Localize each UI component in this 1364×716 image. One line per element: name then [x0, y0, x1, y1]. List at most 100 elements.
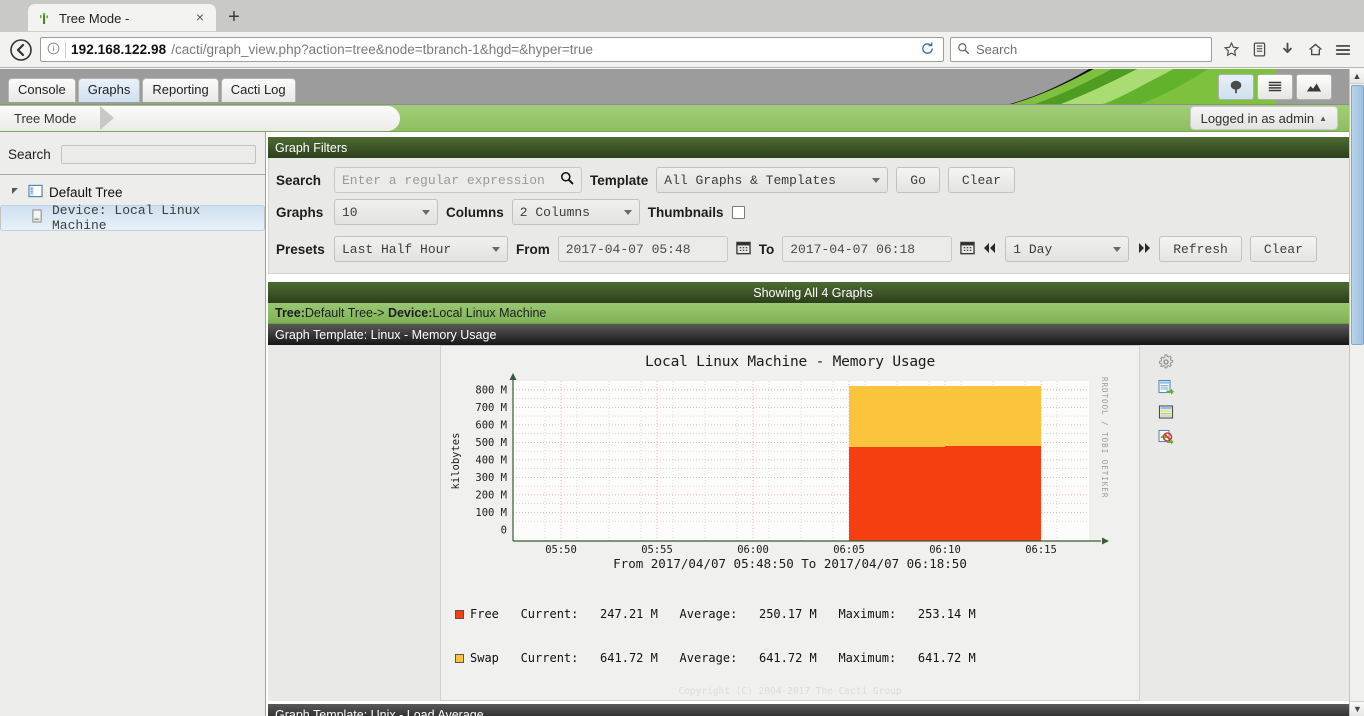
reload-icon[interactable] — [916, 41, 939, 59]
svg-text:05:50: 05:50 — [545, 544, 577, 553]
graph-card-memory[interactable]: Local Linux Machine - Memory Usage 800 M… — [440, 345, 1140, 701]
graph-filters-title: Graph Filters — [268, 137, 1358, 158]
svg-text:kilobytes: kilobytes — [450, 433, 462, 490]
gear-icon[interactable] — [1158, 354, 1174, 370]
list-view-button[interactable] — [1257, 74, 1293, 100]
sidebar-item-device-local-linux-machine[interactable]: Device: Local Linux Machine — [0, 203, 265, 233]
search-icon — [957, 42, 970, 58]
page-body: Search Default Tree Device: Local Linux … — [0, 132, 1364, 716]
nav-tab-console[interactable]: Console — [8, 78, 76, 102]
browser-tab[interactable]: Tree Mode - × — [28, 4, 216, 32]
graph-properties-icon[interactable] — [1158, 404, 1174, 420]
preview-view-button[interactable] — [1296, 74, 1332, 100]
series-swap-area — [849, 386, 1041, 447]
chart-preview-icon — [1306, 83, 1322, 92]
sidebar-divider — [0, 174, 265, 175]
reading-list-icon[interactable] — [1246, 37, 1272, 63]
sidebar-item-label: Device: Local Linux Machine — [52, 203, 201, 233]
page-scrollbar[interactable]: ▲ ▼ — [1349, 69, 1364, 716]
svg-text:06:15: 06:15 — [1025, 544, 1057, 553]
close-icon[interactable]: × — [192, 10, 208, 26]
new-tab-button[interactable]: + — [220, 4, 248, 32]
thumbnails-checkbox[interactable] — [731, 205, 745, 219]
filter-template-select[interactable]: All Graphs & Templates — [656, 167, 889, 193]
scroll-down-button[interactable]: ▼ — [1350, 701, 1364, 716]
filter-graphs-select[interactable]: 10 — [334, 199, 438, 225]
login-status-menu[interactable]: Logged in as admin ▲ — [1189, 106, 1338, 130]
view-mode-buttons — [1218, 74, 1332, 100]
zoom-disabled-icon[interactable] — [1158, 429, 1174, 445]
chevron-down-icon — [422, 209, 430, 215]
bookmark-star-icon[interactable] — [1218, 37, 1244, 63]
refresh-button[interactable]: Refresh — [1159, 236, 1242, 262]
filter-columns-select[interactable]: 2 Columns — [511, 199, 640, 225]
sidebar: Search Default Tree Device: Local Linux … — [0, 132, 266, 716]
calendar-icon[interactable] — [736, 240, 751, 258]
calendar-icon[interactable] — [960, 240, 975, 258]
filter-presets-value: Last Half Hour — [342, 241, 452, 257]
showing-graphs-banner: Showing All 4 Graphs — [268, 282, 1358, 303]
sidebar-search-input[interactable] — [60, 144, 256, 164]
filter-columns-value: 2 Columns — [519, 204, 590, 220]
login-status-label: Logged in as admin — [1200, 110, 1315, 126]
url-divider — [65, 41, 66, 58]
nav-tab-reporting[interactable]: Reporting — [142, 78, 219, 102]
filter-from-input[interactable]: 2017-04-07 05:48 — [557, 236, 728, 262]
legend-swatch-swap — [455, 653, 464, 663]
search-placeholder: Search — [976, 42, 1018, 57]
browser-search-bar[interactable]: Search — [950, 37, 1212, 62]
main-content: Graph Filters Search Enter a regular exp… — [266, 132, 1364, 716]
svg-text:06:00: 06:00 — [737, 544, 769, 553]
cacti-header: Console Graphs Reporting Cacti Log — [0, 69, 1364, 105]
tree-icon — [1230, 80, 1242, 94]
filter-to-input[interactable]: 2017-04-07 06:18 — [782, 236, 953, 262]
csv-export-icon[interactable] — [1158, 379, 1174, 395]
home-icon[interactable] — [1302, 37, 1328, 63]
svg-text:200 M: 200 M — [475, 490, 507, 502]
filter-presets-select[interactable]: Last Half Hour — [334, 236, 508, 262]
graph-title: Local Linux Machine - Memory Usage — [644, 354, 935, 370]
chevron-down-icon — [623, 209, 632, 215]
url-host: 192.168.122.98 — [71, 42, 167, 57]
shift-forward-icon[interactable] — [1137, 242, 1151, 257]
sidebar-search-row: Search — [0, 140, 265, 168]
back-icon[interactable] — [8, 37, 34, 63]
legend-text-swap: Swap Current: 641.72 M Average: 641.72 M… — [470, 650, 976, 665]
url-bar[interactable]: 192.168.122.98/cacti/graph_view.php?acti… — [40, 37, 944, 62]
graph-filters-body: Search Enter a regular expression Templa… — [268, 158, 1358, 274]
filter-to-label: To — [758, 241, 775, 257]
filter-columns-label: Columns — [446, 204, 504, 220]
tree-view-button[interactable] — [1218, 74, 1254, 100]
download-icon[interactable] — [1274, 37, 1300, 63]
graph-container-memory: Local Linux Machine - Memory Usage 800 M… — [268, 345, 1358, 701]
graph-subtitle: From 2017/04/07 05:48:50 To 2017/04/07 0… — [613, 556, 967, 571]
hamburger-menu-icon[interactable] — [1330, 37, 1356, 63]
clear-button[interactable]: Clear — [947, 167, 1015, 193]
legend-swatch-free — [455, 610, 464, 619]
graph-plot-memory: 800 M 700 M 600 M 500 M 400 M 300 M 200 M 10… — [441, 373, 1113, 556]
go-button[interactable]: Go — [896, 167, 940, 193]
tab-title: Tree Mode - — [59, 10, 130, 26]
nav-tab-cacti-log[interactable]: Cacti Log — [220, 78, 296, 102]
filter-shift-select[interactable]: 1 Day — [1005, 236, 1130, 262]
series-free-area — [849, 446, 1041, 541]
memory-usage-chart: 800 M 700 M 600 M 500 M 400 M 300 M 200 M 10… — [441, 373, 1113, 556]
scrollbar-thumb[interactable] — [1351, 85, 1364, 345]
collapse-caret-icon[interactable] — [12, 187, 22, 197]
breadcrumb-bar: Tree Mode Logged in as admin ▲ — [0, 105, 1364, 132]
tree-device-breadcrumb: Tree: Default Tree-> Device: Local Linux M… — [268, 303, 1358, 324]
scroll-up-button[interactable]: ▲ — [1350, 69, 1364, 84]
device-name: Local Linux Machine — [432, 306, 547, 320]
shift-back-icon[interactable] — [983, 242, 997, 257]
svg-text:600 M: 600 M — [475, 420, 507, 432]
info-icon[interactable] — [47, 42, 60, 58]
filters-row-3: Presets Last Half Hour From 2017-04-07 0… — [269, 228, 1357, 265]
nav-tab-graphs[interactable]: Graphs — [77, 78, 141, 102]
filter-search-input[interactable]: Enter a regular expression — [334, 167, 582, 193]
sidebar-item-default-tree[interactable]: Default Tree — [0, 179, 265, 205]
clear-dates-button[interactable]: Clear — [1249, 236, 1317, 262]
graph-legend: Free Current: 247.21 M Average: 250.17 M… — [441, 578, 1139, 697]
search-icon[interactable] — [560, 171, 574, 189]
svg-text:100 M: 100 M — [475, 507, 507, 519]
chevron-down-icon — [1113, 246, 1122, 252]
